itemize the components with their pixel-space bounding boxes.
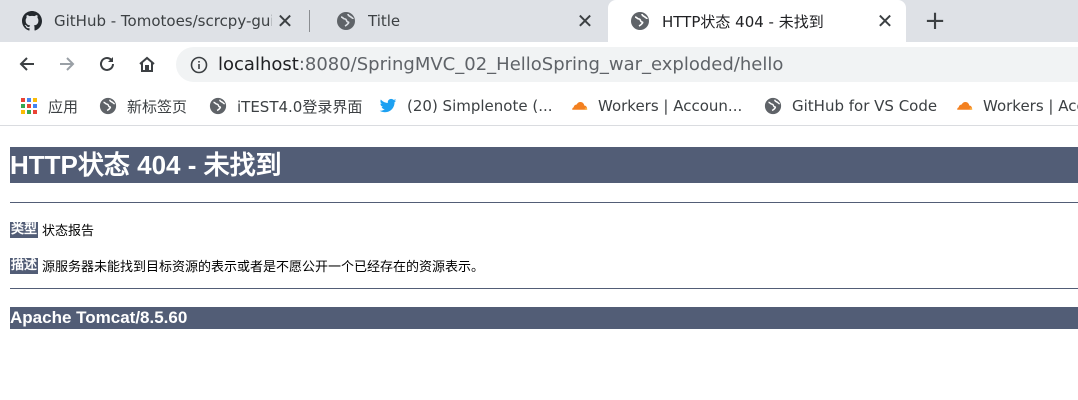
home-icon bbox=[139, 56, 155, 72]
forward-button[interactable] bbox=[52, 49, 82, 79]
bookmark-workers-1[interactable]: Workers | Accoun... bbox=[570, 95, 742, 117]
cloudflare-icon bbox=[572, 102, 588, 110]
type-value: 状态报告 bbox=[42, 224, 95, 239]
url-host: localhost bbox=[218, 54, 299, 75]
bookmark-github-vscode[interactable]: GitHub for VS Code bbox=[764, 95, 937, 117]
bookmark-label: 新标签页 bbox=[127, 97, 188, 116]
apps-grid-icon bbox=[21, 98, 37, 114]
bookmark-label: iTEST4.0登录界面 bbox=[237, 97, 363, 116]
url-text: localhost:8080/SpringMVC_02_HelloSpring_… bbox=[218, 54, 783, 75]
description-value: 源服务器未能找到目标资源的表示或者是不愿公开一个已经存在的资源表示。 bbox=[42, 260, 485, 275]
forward-arrow-icon bbox=[60, 57, 75, 71]
bookmark-label: 应用 bbox=[48, 97, 79, 116]
github-icon bbox=[22, 11, 42, 31]
tab-title-page[interactable]: Title ✕ bbox=[314, 0, 606, 42]
divider bbox=[10, 202, 1078, 203]
reload-icon bbox=[100, 56, 114, 71]
address-bar[interactable]: localhost:8080/SpringMVC_02_HelloSpring_… bbox=[176, 47, 1078, 82]
twitter-bird-icon bbox=[379, 98, 397, 113]
bookmark-label: (20) Simplenote (... bbox=[407, 97, 553, 115]
home-button[interactable] bbox=[132, 49, 162, 79]
globe-icon bbox=[99, 97, 117, 115]
close-icon[interactable]: ✕ bbox=[872, 8, 898, 34]
error-heading: HTTP状态 404 - 未找到 bbox=[10, 147, 1078, 183]
url-path: :8080/SpringMVC_02_HelloSpring_war_explo… bbox=[298, 54, 784, 75]
tab-separator bbox=[309, 10, 310, 32]
globe-icon bbox=[631, 12, 649, 30]
info-icon[interactable] bbox=[190, 56, 208, 74]
bookmark-simplenote[interactable]: (20) Simplenote (... bbox=[379, 95, 553, 117]
reload-button[interactable] bbox=[92, 49, 122, 79]
bookmark-label: GitHub for VS Code bbox=[792, 97, 938, 115]
tab-strip: GitHub - Tomotoes/scrcpy-gui ✕ Title ✕ H… bbox=[0, 0, 1078, 42]
divider bbox=[10, 288, 1078, 289]
toolbar: localhost:8080/SpringMVC_02_HelloSpring_… bbox=[0, 42, 1078, 86]
close-icon[interactable]: ✕ bbox=[272, 8, 298, 34]
bookmark-workers-2[interactable]: Workers | Acc bbox=[955, 95, 1078, 117]
bookmark-apps[interactable]: 应用 bbox=[20, 95, 78, 117]
bookmark-itest[interactable]: iTEST4.0登录界面 bbox=[209, 95, 362, 117]
back-button[interactable] bbox=[12, 49, 42, 79]
globe-icon bbox=[209, 97, 227, 115]
tab-title: Title bbox=[368, 12, 401, 30]
new-tab-button[interactable]: + bbox=[920, 6, 950, 36]
close-icon[interactable]: ✕ bbox=[572, 8, 598, 34]
tab-active[interactable]: HTTP状态 404 - 未找到 ✕ bbox=[608, 0, 906, 42]
bookmark-new-tab[interactable]: 新标签页 bbox=[99, 95, 187, 117]
tab-title: HTTP状态 404 - 未找到 bbox=[662, 12, 824, 31]
cloudflare-icon bbox=[957, 102, 973, 110]
description-label: 描述 bbox=[10, 257, 39, 274]
server-footer: Apache Tomcat/8.5.60 bbox=[10, 307, 1078, 329]
bookmark-label: Workers | Acc bbox=[983, 97, 1078, 115]
type-row: 类型 状态报告 bbox=[10, 220, 94, 239]
page-content: HTTP状态 404 - 未找到 类型 状态报告 描述 源服务器未能找到目标资源… bbox=[0, 127, 1078, 400]
bookmarks-bar: 应用 新标签页 iTEST4.0登录界面 (20) Simplenote (..… bbox=[0, 86, 1078, 126]
bookmark-label: Workers | Accoun... bbox=[598, 97, 743, 115]
tab-title: GitHub - Tomotoes/scrcpy-gui bbox=[54, 12, 272, 30]
tab-github[interactable]: GitHub - Tomotoes/scrcpy-gui ✕ bbox=[0, 0, 306, 42]
globe-icon bbox=[337, 12, 355, 30]
globe-icon bbox=[764, 97, 782, 115]
type-label: 类型 bbox=[10, 221, 39, 238]
back-arrow-icon bbox=[19, 57, 34, 71]
description-row: 描述 源服务器未能找到目标资源的表示或者是不愿公开一个已经存在的资源表示。 bbox=[10, 256, 484, 275]
